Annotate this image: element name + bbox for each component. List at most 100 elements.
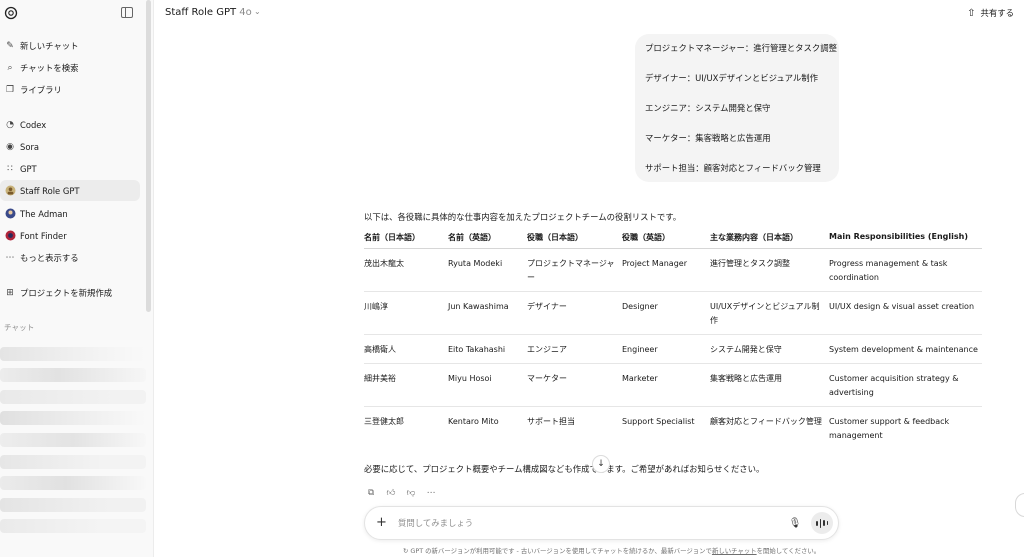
table-header-cell: 主な業務内容（日本語） bbox=[710, 232, 829, 249]
table-header-cell: 役職（日本語） bbox=[527, 232, 622, 249]
sidebar-item-show-more[interactable]: ⋯ もっと表示する bbox=[0, 247, 140, 268]
chat-history-item-redacted[interactable] bbox=[0, 411, 146, 425]
refresh-icon: ↻ bbox=[403, 547, 409, 555]
table-cell: System development & maintenance bbox=[829, 333, 982, 363]
table-cell: デザイナー bbox=[527, 290, 622, 334]
openai-logo-icon[interactable] bbox=[4, 6, 18, 20]
message-actions: ⧉ 👍︎ 👎︎ ⋯ bbox=[364, 487, 444, 499]
sidebar-item-label: GPT bbox=[20, 163, 37, 174]
chat-history-item-redacted[interactable] bbox=[0, 368, 146, 382]
sidebar-item-new-chat[interactable]: ✎ 新しいチャット bbox=[0, 35, 140, 56]
the-adman-avatar bbox=[4, 208, 16, 220]
table-row: 細井美裕 Miyu Hosoi マーケター Marketer 集客戦略と広告運用… bbox=[364, 362, 982, 406]
chat-app: ✎ 新しいチャット ⌕ チャットを検索 ❐ ライブラリ ◔ Codex ◉ So… bbox=[0, 0, 1024, 557]
thumbs-up-icon[interactable]: 👍︎ bbox=[384, 487, 398, 499]
chat-history-item-redacted[interactable] bbox=[0, 519, 146, 533]
table-cell: 茂出木龍太 bbox=[364, 247, 448, 291]
floating-help-button[interactable] bbox=[1015, 493, 1024, 517]
sidebar-item-the-adman[interactable]: The Adman bbox=[0, 203, 140, 224]
table-cell: Designer bbox=[622, 290, 710, 334]
sidebar-item-label: プロジェクトを新規作成 bbox=[20, 287, 113, 298]
voice-mode-button[interactable] bbox=[811, 512, 833, 534]
user-message-line: サポート担当：顧客対応とフィードバック管理 bbox=[645, 163, 821, 173]
sidebar-item-label: Staff Role GPT bbox=[20, 185, 80, 196]
table-cell: UI/UXデザインとビジュアル制作 bbox=[710, 290, 829, 334]
table-row: 高橋衛人 Eito Takahashi エンジニア Engineer システム開… bbox=[364, 333, 982, 363]
chevron-down-icon[interactable]: ⌄ bbox=[254, 7, 261, 16]
version-notice-text: GPT の新バージョンが利用可能です - 古いバージョンを使用してチャットを続け… bbox=[410, 547, 712, 555]
share-button[interactable]: ⇧ 共有する bbox=[967, 7, 1014, 19]
sidebar-item-library[interactable]: ❐ ライブラリ bbox=[0, 79, 140, 100]
table-cell: 集客戦略と広告運用 bbox=[710, 362, 829, 406]
table-cell: エンジニア bbox=[527, 333, 622, 363]
table-row: 川嶋淳 Jun Kawashima デザイナー Designer UI/UXデザ… bbox=[364, 290, 982, 334]
table-cell: Project Manager bbox=[622, 247, 710, 291]
sidebar-item-font-finder[interactable]: Font Finder bbox=[0, 225, 140, 246]
chat-history-section-label: チャット bbox=[4, 323, 35, 332]
voice-wave-bar bbox=[819, 518, 821, 528]
user-message-bubble: プロジェクトマネージャー：進行管理とタスク調整 デザイナー：UI/UXデザインと… bbox=[635, 34, 839, 182]
edit-icon: ✎ bbox=[6, 40, 14, 51]
chat-history-item-redacted[interactable] bbox=[0, 455, 146, 469]
chat-history-item-redacted[interactable] bbox=[0, 390, 146, 404]
user-message-line: エンジニア：システム開発と保守 bbox=[645, 103, 771, 113]
message-input[interactable] bbox=[398, 516, 758, 530]
chat-history-item-redacted[interactable] bbox=[0, 347, 146, 361]
chat-history-item-redacted[interactable] bbox=[0, 476, 146, 490]
page-title: Staff Role GPT bbox=[165, 7, 237, 18]
sidebar-item-new-project[interactable]: ⊞ プロジェクトを新規作成 bbox=[0, 282, 140, 303]
sidebar-item-sora[interactable]: ◉ Sora bbox=[0, 136, 140, 157]
more-options-icon[interactable]: ⋯ bbox=[424, 487, 438, 499]
gpt-grid-icon: ∷ bbox=[7, 163, 13, 174]
sidebar-item-gpt[interactable]: ∷ GPT bbox=[0, 158, 140, 179]
new-chat-link[interactable]: 新しいチャット bbox=[712, 547, 757, 555]
model-version: 4o bbox=[239, 7, 252, 18]
table-cell: サポート担当 bbox=[527, 405, 622, 449]
scroll-to-bottom-button[interactable]: ↓ bbox=[592, 455, 610, 473]
chat-history-item-redacted[interactable] bbox=[0, 433, 146, 447]
table-header-cell: 名前（日本語） bbox=[364, 232, 448, 249]
version-notice-text-after: を開始してください。 bbox=[756, 547, 821, 555]
sidebar-item-label: Codex bbox=[20, 119, 47, 130]
thumbs-down-icon[interactable]: 👎︎ bbox=[404, 487, 418, 499]
model-selector[interactable]: Staff Role GPT 4o bbox=[165, 7, 252, 18]
codex-icon: ◔ bbox=[6, 119, 14, 130]
table-cell: 三登健太郎 bbox=[364, 405, 448, 449]
sidebar-scrollbar[interactable] bbox=[146, 0, 151, 312]
table-header-cell: 名前（英語） bbox=[448, 232, 527, 249]
arrow-down-icon: ↓ bbox=[597, 459, 605, 469]
share-icon: ⇧ bbox=[967, 7, 976, 19]
chat-header: Staff Role GPT 4o ⌄ ⇧ 共有する bbox=[154, 0, 1024, 28]
message-composer: + 🎙︎ bbox=[364, 506, 839, 540]
add-attachment-icon[interactable]: + bbox=[376, 515, 387, 530]
table-cell: 川嶋淳 bbox=[364, 290, 448, 334]
table-cell: マーケター bbox=[527, 362, 622, 406]
sidebar-item-staff-role-gpt[interactable]: Staff Role GPT bbox=[0, 180, 140, 201]
sidebar-toggle-icon[interactable] bbox=[121, 7, 133, 18]
search-icon: ⌕ bbox=[7, 62, 13, 73]
version-notice: ↻ GPT の新バージョンが利用可能です - 古いバージョンを使用してチャットを… bbox=[403, 546, 820, 555]
table-header-row: 名前（日本語） 名前（英語） 役職（日本語） 役職（英語） 主な業務内容（日本語… bbox=[364, 232, 982, 249]
table-row: 茂出木龍太 Ryuta Modeki プロジェクトマネージャー Project … bbox=[364, 247, 982, 291]
sidebar-item-search-chats[interactable]: ⌕ チャットを検索 bbox=[0, 57, 140, 78]
table-row: 三登健太郎 Kentaro Mito サポート担当 Support Specia… bbox=[364, 405, 982, 449]
table-cell: 細井美裕 bbox=[364, 362, 448, 406]
table-cell: Support Specialist bbox=[622, 405, 710, 449]
table-cell: 進行管理とタスク調整 bbox=[710, 247, 829, 291]
user-message-line: デザイナー：UI/UXデザインとビジュアル制作 bbox=[645, 73, 819, 83]
table-cell: Marketer bbox=[622, 362, 710, 406]
assistant-closing-text: 必要に応じて、プロジェクト概要やチーム構成図なども作成できます。ご希望があればお… bbox=[364, 464, 765, 474]
table-cell: Progress management & task coordination bbox=[829, 247, 982, 291]
voice-wave-bar bbox=[826, 521, 828, 525]
new-project-icon: ⊞ bbox=[6, 287, 14, 298]
sidebar-item-label: Font Finder bbox=[20, 230, 67, 241]
microphone-icon[interactable]: 🎙︎ bbox=[789, 516, 802, 530]
copy-icon[interactable]: ⧉ bbox=[364, 487, 378, 499]
table-cell: Miyu Hosoi bbox=[448, 362, 527, 406]
sidebar-item-label: 新しいチャット bbox=[20, 40, 79, 51]
table-cell: Customer acquisition strategy & advertis… bbox=[829, 362, 982, 406]
staff-role-gpt-avatar bbox=[4, 185, 16, 197]
sidebar-item-codex[interactable]: ◔ Codex bbox=[0, 114, 140, 135]
table-cell: Ryuta Modeki bbox=[448, 247, 527, 291]
chat-history-item-redacted[interactable] bbox=[0, 498, 146, 512]
